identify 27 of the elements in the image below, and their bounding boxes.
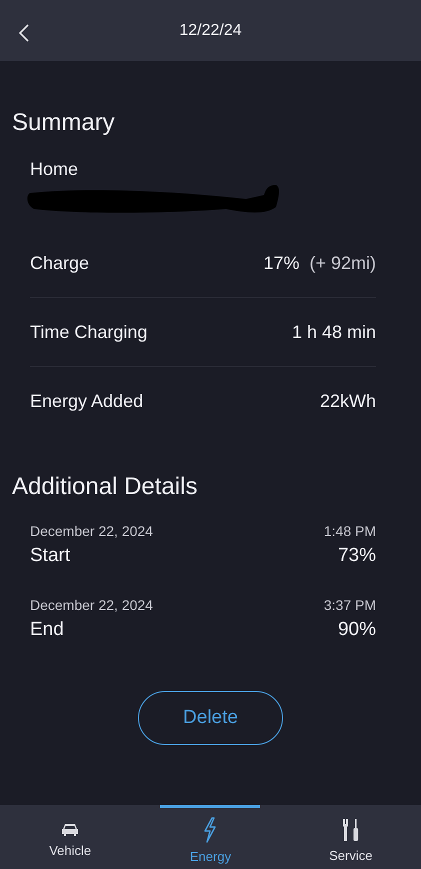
summary-value: 22kWh [320,390,376,412]
event-label: End [30,619,64,641]
event-time: 1:48 PM [324,523,376,539]
event-label: Start [30,545,70,567]
car-icon [61,823,80,837]
tools-icon [342,818,360,842]
page-title: 12/22/24 [179,22,242,40]
delete-button[interactable]: Delete [138,691,283,745]
event-time: 3:37 PM [324,597,376,613]
range-added: (+ 92mi) [309,252,376,274]
battery-level: 90% [338,619,376,641]
nav-tab[interactable]: Service [300,805,401,869]
summary-label: Time Charging [30,322,148,342]
summary-value: 17% [263,252,300,274]
summary-value: 1 h 48 min [292,322,376,342]
location-name: Home [30,159,78,179]
summary-label: Energy Added [30,390,144,412]
summary-label: Charge [30,252,90,274]
event-date: December 22, 2024 [30,523,153,539]
nav-tab[interactable]: Vehicle [20,805,120,869]
section-title: Summary [12,109,116,137]
battery-level: 73% [338,545,376,567]
back-icon[interactable] [18,23,30,43]
section-title: Additional Details [12,473,198,501]
event-date: December 22, 2024 [30,597,153,613]
lightning-icon [202,817,218,843]
nav-tab[interactable]: Energy [160,805,260,869]
